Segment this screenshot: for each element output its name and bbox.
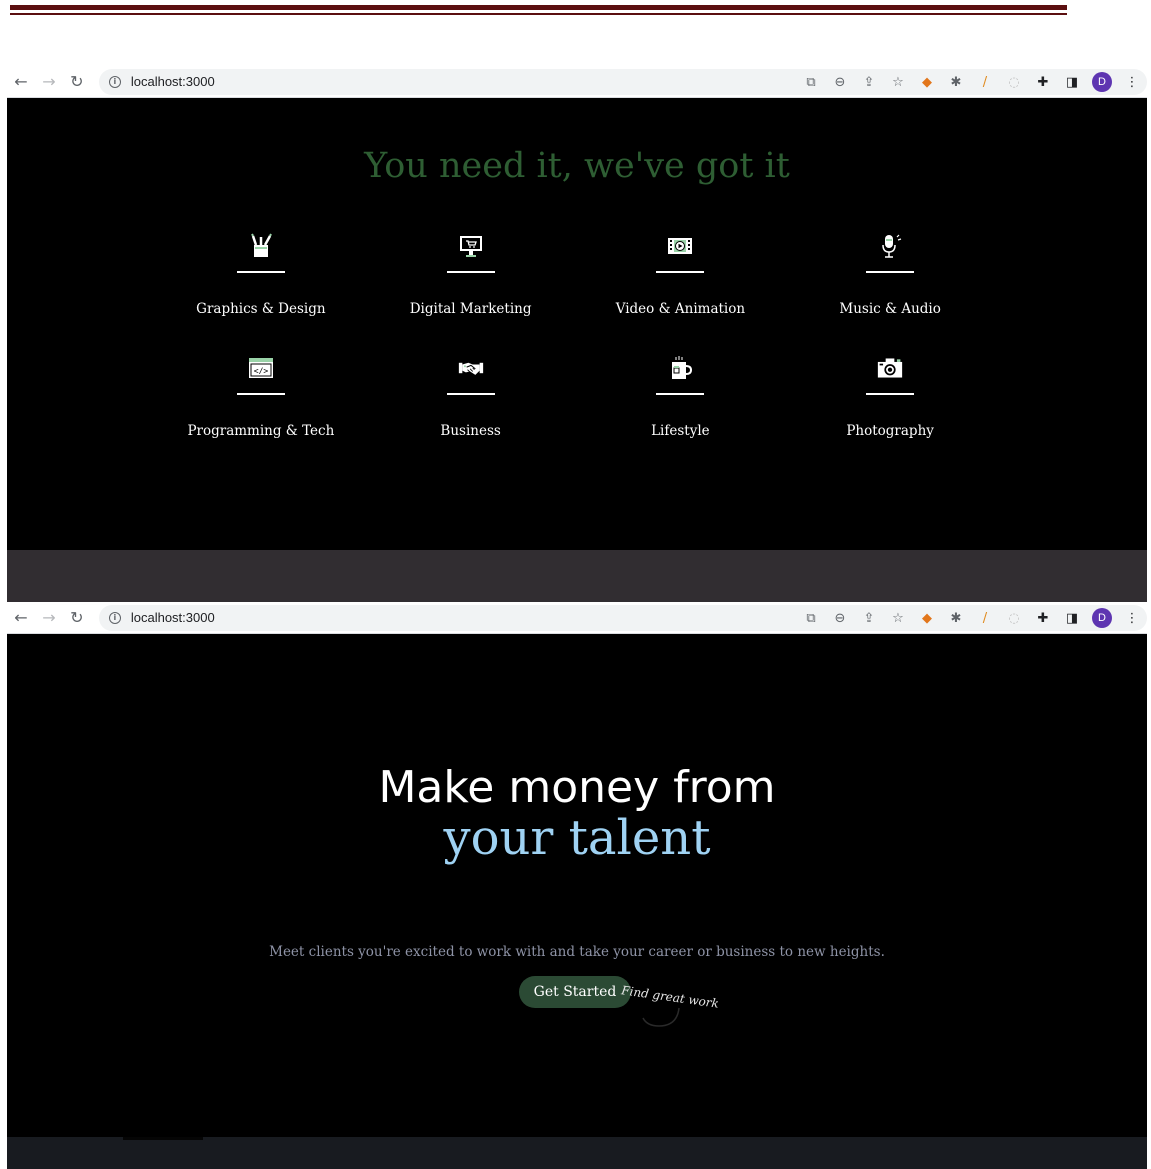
extensions-puzzle-icon[interactable]: ✚ <box>1034 609 1052 627</box>
category-underline <box>446 393 495 395</box>
category-business[interactable]: Business <box>366 355 576 439</box>
category-digital-marketing[interactable]: Digital Marketing <box>366 233 576 317</box>
toolbar-extensions: ⧉ ⊖ ⇪ ☆ ◆ ✱ / ◌ ✚ ◨ D ⋮ <box>802 66 1141 98</box>
browser-window-hero: ← → ↻ i localhost:3000 ⧉ ⊖ ⇪ ☆ ◆ ✱ / ◌ ✚… <box>7 602 1148 1169</box>
toolbar-extensions: ⧉ ⊖ ⇪ ☆ ◆ ✱ / ◌ ✚ ◨ D ⋮ <box>802 602 1141 634</box>
category-photography[interactable]: Photography <box>785 355 995 439</box>
category-label: Graphics & Design <box>196 301 326 317</box>
zoom-icon[interactable]: ⊖ <box>831 73 849 91</box>
pencil-cup-icon <box>248 233 274 259</box>
browser-toolbar: ← → ↻ i localhost:3000 ⧉ ⊖ ⇪ ☆ ◆ ✱ / ◌ ✚… <box>7 602 1148 634</box>
category-label: Digital Marketing <box>409 301 532 317</box>
zoom-icon[interactable]: ⊖ <box>831 609 849 627</box>
category-label: Photography <box>846 423 934 439</box>
categories-page: You need it, we've got it Graphics & Des… <box>7 98 1147 550</box>
svg-text:</>: </> <box>254 367 269 376</box>
timer-extension-icon[interactable]: ◌ <box>1005 609 1023 627</box>
page-footer-band <box>7 1137 1147 1169</box>
extensions-puzzle-icon[interactable]: ✚ <box>1034 73 1052 91</box>
browser-window-categories: ← → ↻ i localhost:3000 ⧉ ⊖ ⇪ ☆ ◆ ✱ / ◌ ✚… <box>7 66 1148 604</box>
hero-headline: Make money from <box>378 762 776 813</box>
category-label: Music & Audio <box>839 301 941 317</box>
coffee-mug-icon <box>667 355 693 381</box>
category-label: Lifestyle <box>651 423 710 439</box>
translate-icon[interactable]: ⧉ <box>802 609 820 627</box>
categories-grid: Graphics & Design Digital Marketing Vide… <box>156 233 995 439</box>
side-panel-icon[interactable]: ◨ <box>1063 73 1081 91</box>
hero-headline-accent: your talent <box>443 810 711 866</box>
category-lifestyle[interactable]: Lifestyle <box>576 355 786 439</box>
footer-tab <box>123 1137 203 1140</box>
category-music-audio[interactable]: Music & Audio <box>785 233 995 317</box>
microphone-icon <box>877 233 903 259</box>
category-underline <box>656 271 705 273</box>
bookmark-star-icon[interactable]: ☆ <box>889 609 907 627</box>
monitor-cart-icon <box>458 233 484 259</box>
code-window-icon: </> <box>248 355 274 381</box>
fox-extension-icon[interactable]: ◆ <box>918 73 936 91</box>
back-icon[interactable]: ← <box>7 72 35 91</box>
menu-kebab-icon[interactable]: ⋮ <box>1123 609 1141 627</box>
get-started-button[interactable]: Get Started <box>519 976 631 1008</box>
url-text: localhost:3000 <box>130 74 215 89</box>
category-programming-tech[interactable]: </> Programming & Tech <box>156 355 366 439</box>
category-underline <box>866 393 915 395</box>
category-label: Business <box>440 423 501 439</box>
hero-subtitle: Meet clients you're excited to work with… <box>269 944 885 960</box>
category-underline <box>446 271 495 273</box>
category-underline <box>866 271 915 273</box>
category-graphics-design[interactable]: Graphics & Design <box>156 233 366 317</box>
reload-icon[interactable]: ↻ <box>63 72 91 91</box>
profile-avatar[interactable]: D <box>1092 608 1112 628</box>
hero-page: Make money from your talent Meet clients… <box>7 634 1147 1137</box>
category-label: Programming & Tech <box>187 423 335 439</box>
forward-icon[interactable]: → <box>35 608 63 627</box>
share-icon[interactable]: ⇪ <box>860 609 878 627</box>
translate-icon[interactable]: ⧉ <box>802 73 820 91</box>
categories-title: You need it, we've got it <box>364 146 790 186</box>
bug-extension-icon[interactable]: ✱ <box>947 609 965 627</box>
fox-extension-icon[interactable]: ◆ <box>918 609 936 627</box>
back-icon[interactable]: ← <box>7 608 35 627</box>
document-header-rule <box>10 5 1067 15</box>
share-icon[interactable]: ⇪ <box>860 73 878 91</box>
film-play-icon <box>667 233 693 259</box>
side-panel-icon[interactable]: ◨ <box>1063 609 1081 627</box>
handshake-icon <box>458 355 484 381</box>
page-footer-band <box>7 550 1147 604</box>
forward-icon[interactable]: → <box>35 72 63 91</box>
menu-kebab-icon[interactable]: ⋮ <box>1123 73 1141 91</box>
category-underline <box>656 393 705 395</box>
bug-extension-icon[interactable]: ✱ <box>947 73 965 91</box>
site-info-icon[interactable]: i <box>108 611 121 624</box>
site-info-icon[interactable]: i <box>108 75 121 88</box>
category-video-animation[interactable]: Video & Animation <box>576 233 786 317</box>
swirl-arrow-icon <box>642 1007 680 1027</box>
category-underline <box>236 393 285 395</box>
category-underline <box>236 271 285 273</box>
reload-icon[interactable]: ↻ <box>63 608 91 627</box>
url-text: localhost:3000 <box>130 610 215 625</box>
profile-avatar[interactable]: D <box>1092 72 1112 92</box>
bookmark-star-icon[interactable]: ☆ <box>889 73 907 91</box>
category-label: Video & Animation <box>615 301 746 317</box>
camera-icon <box>877 355 903 381</box>
browser-toolbar: ← → ↻ i localhost:3000 ⧉ ⊖ ⇪ ☆ ◆ ✱ / ◌ ✚… <box>7 66 1148 98</box>
dropper-extension-icon[interactable]: / <box>976 609 994 627</box>
timer-extension-icon[interactable]: ◌ <box>1005 73 1023 91</box>
dropper-extension-icon[interactable]: / <box>976 73 994 91</box>
